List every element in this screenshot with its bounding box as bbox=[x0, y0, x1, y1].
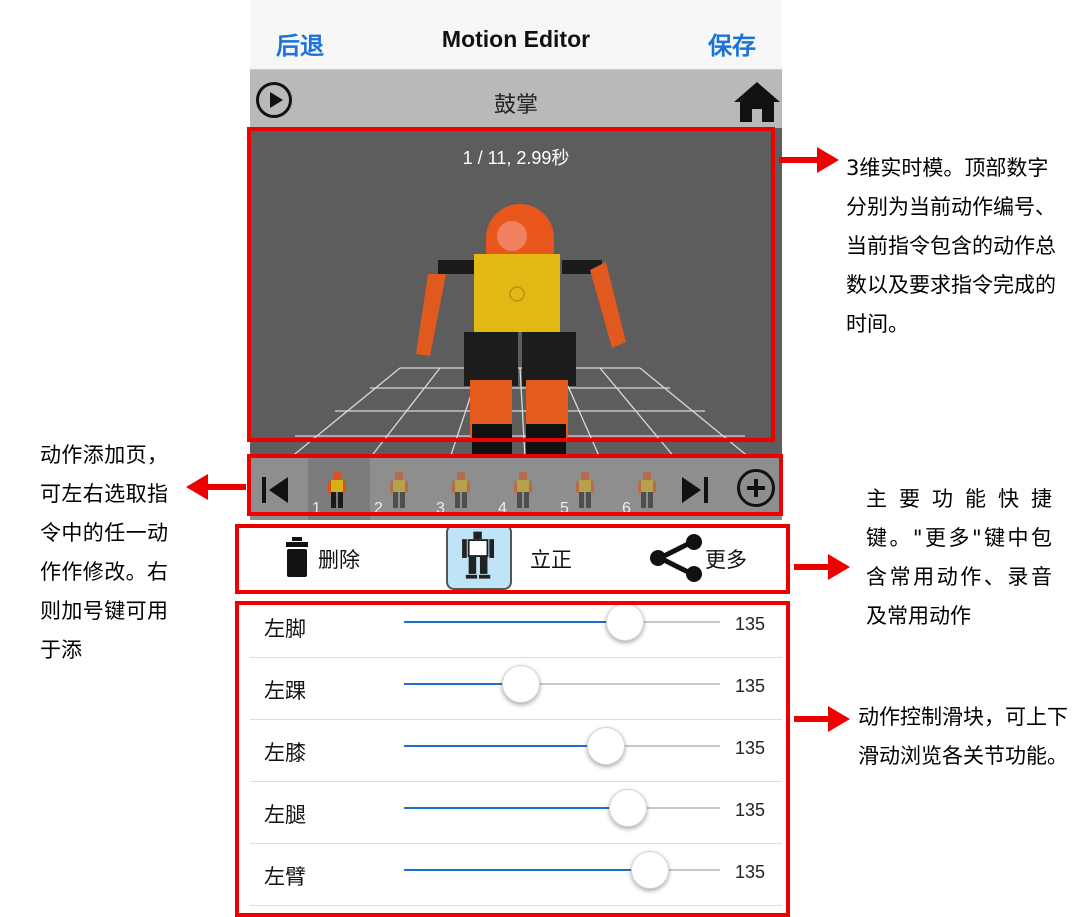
toolbar-note: 主要功能快捷键。"更多"键中包含常用动作、录音及常用动作 bbox=[866, 487, 1052, 628]
arrow-right-icon bbox=[779, 147, 839, 173]
arrow-left-icon bbox=[186, 474, 246, 500]
motion-header: 鼓掌 bbox=[250, 70, 782, 128]
navigation-bar: 后退 Motion Editor 保存 bbox=[250, 0, 782, 70]
motion-name: 鼓掌 bbox=[493, 93, 538, 118]
thumbnails-note: 动作添加页，可左右选取指令中的任一动作作修改。右则加号键可用于添 bbox=[40, 443, 168, 662]
page-title: Motion Editor bbox=[441, 26, 591, 52]
annotation-box-thumbnails bbox=[247, 454, 783, 516]
annotation-box-viewport bbox=[247, 127, 775, 442]
annotation-box-toolbar bbox=[235, 524, 790, 594]
annotation-box-sliders bbox=[235, 601, 790, 917]
arrow-right-icon bbox=[794, 554, 850, 580]
viewport-note: 3维实时模。顶部数字分别为当前动作编号、当前指令包含的动作总数以及要求指令完成的… bbox=[846, 156, 1056, 336]
sliders-note: 动作控制滑块，可上下滑动浏览各关节功能。 bbox=[858, 705, 1068, 768]
home-icon[interactable] bbox=[732, 80, 782, 122]
arrow-right-icon bbox=[794, 706, 850, 732]
save-button[interactable]: 保存 bbox=[708, 26, 756, 61]
